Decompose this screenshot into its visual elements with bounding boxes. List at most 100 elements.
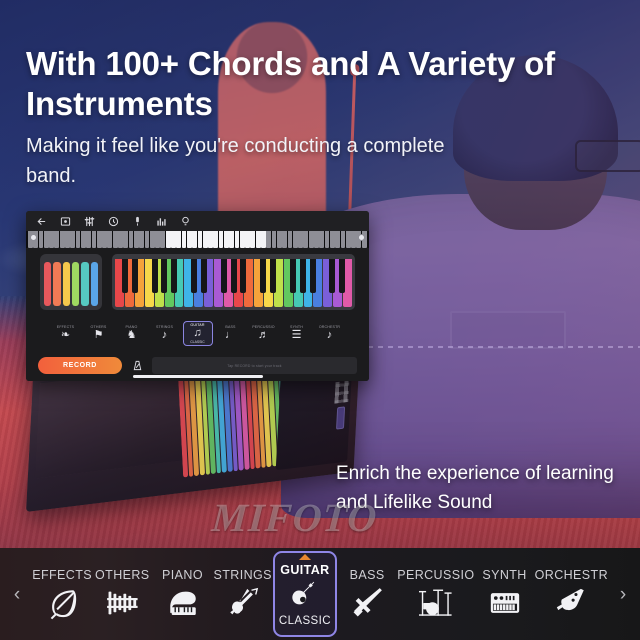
black-key[interactable] (164, 259, 178, 293)
chord-pad-key[interactable] (90, 262, 98, 306)
strip-key (128, 231, 134, 248)
strip-key (308, 231, 314, 248)
black-key[interactable] (174, 259, 184, 293)
app-picker-item-strings[interactable]: STRINGS ♪ (150, 325, 180, 341)
strip-key (139, 231, 145, 248)
instrument-item-piano[interactable]: PIANO (152, 548, 212, 640)
chord-pad[interactable] (40, 254, 102, 310)
next-page-chevron-icon[interactable]: › (610, 548, 636, 640)
instrument-item-guitar[interactable]: GUITAR CLASSIC (272, 551, 338, 637)
chord-pad-key[interactable] (44, 262, 52, 306)
black-key[interactable] (224, 259, 237, 293)
sliders-icon[interactable] (84, 216, 95, 227)
strip-key (319, 231, 325, 248)
black-key[interactable] (214, 259, 227, 293)
strip-key (181, 231, 187, 248)
strip-key (54, 231, 60, 248)
black-key[interactable] (273, 259, 283, 293)
metronome-icon[interactable] (129, 358, 145, 374)
chord-pad-key[interactable] (71, 262, 80, 306)
app-instrument-picker[interactable]: EFFECTS ❧ OTHERS ⚑ PIANO ♞ STRINGS ♪ GUITAR ♫ CLAS… (26, 316, 369, 350)
app-picker-icon: ♪ (161, 329, 168, 341)
lightbulb-icon[interactable] (180, 216, 191, 227)
instrument-item-percussio[interactable]: PERCUSSIO (397, 548, 474, 640)
strip-key (96, 231, 102, 248)
strip-key (192, 231, 197, 248)
marimba-icon (105, 586, 139, 620)
instrument-list: EFFECTS OTHERS PIANO STRINGS GUITAR CLASSIC BA… (30, 548, 610, 640)
black-key[interactable] (332, 259, 345, 293)
strip-key (91, 231, 97, 248)
black-key[interactable] (155, 259, 168, 293)
microphone-icon[interactable] (132, 216, 143, 227)
drum-kit-icon (418, 586, 453, 620)
instrument-label: ORCHESTR (534, 568, 608, 582)
instrument-label: BASS (349, 568, 385, 582)
record-button[interactable]: RECORD (38, 357, 122, 374)
black-key[interactable] (243, 259, 253, 293)
instrument-item-orchestr[interactable]: ORCHESTR (535, 548, 608, 640)
color-keyboard[interactable] (112, 254, 355, 310)
app-picker-item-bass[interactable]: BASS ♩ (216, 325, 246, 341)
black-key[interactable] (342, 259, 352, 293)
app-picker-icon: ☰ (291, 329, 302, 341)
app-picker-item-effects[interactable]: EFFECTS ❧ (51, 325, 81, 341)
screenshot-icon[interactable] (60, 216, 71, 227)
black-key[interactable] (184, 259, 197, 293)
strip-key (75, 231, 81, 248)
black-key[interactable] (125, 259, 138, 293)
prev-page-chevron-icon[interactable]: ‹ (4, 548, 30, 640)
app-picker-item-piano[interactable]: PIANO ♞ (117, 325, 147, 341)
instrument-label: GUITAR (280, 563, 330, 577)
back-arrow-icon[interactable] (36, 216, 47, 227)
instrument-label: PIANO (162, 568, 203, 582)
app-toolbar (26, 211, 369, 231)
strip-handle-right[interactable] (358, 234, 365, 241)
instrument-item-effects[interactable]: EFFECTS (32, 548, 92, 640)
selected-caret-icon (298, 554, 311, 560)
black-key[interactable] (293, 259, 306, 293)
app-picker-item-guitar[interactable]: GUITAR ♫ CLASSIC (182, 320, 213, 346)
strip-handle-left[interactable] (30, 234, 37, 241)
app-picker-icon: ♩ (225, 329, 236, 341)
recording-track[interactable]: Tap RECORD to start your track (152, 357, 357, 374)
strip-key (298, 231, 303, 248)
black-key[interactable] (263, 259, 276, 293)
black-key[interactable] (303, 259, 316, 293)
instrument-item-strings[interactable]: STRINGS (213, 548, 273, 640)
black-key[interactable] (194, 259, 207, 293)
promo-banner: With 100+ Chords and A Variety of Instru… (0, 0, 640, 640)
instrument-item-others[interactable]: OTHERS (92, 548, 152, 640)
app-picker-item-orchestr[interactable]: ORCHESTR ♪ (315, 325, 345, 341)
black-key[interactable] (135, 259, 145, 293)
black-key[interactable] (204, 259, 214, 293)
instrument-label: EFFECTS (32, 568, 92, 582)
chord-pad-key[interactable] (81, 262, 89, 306)
strip-key (266, 231, 272, 248)
black-key[interactable] (283, 259, 296, 293)
strip-key (38, 231, 44, 248)
mini-keyboard-strip[interactable] (26, 231, 369, 248)
black-key[interactable] (322, 259, 336, 293)
black-key[interactable] (313, 259, 323, 293)
metronome-circle-icon[interactable] (108, 216, 119, 227)
strip-key (329, 231, 335, 248)
black-key[interactable] (253, 259, 266, 293)
app-picker-item-synth[interactable]: SYNTH ☰ (282, 325, 312, 341)
chord-pad-key[interactable] (53, 262, 61, 306)
black-key[interactable] (234, 259, 247, 293)
strip-key (324, 231, 330, 248)
instrument-item-synth[interactable]: SYNTH (474, 548, 534, 640)
app-picker-item-percussio[interactable]: PERCUSSIO ♬ (249, 325, 279, 341)
strip-key (186, 231, 192, 248)
chord-pad-key[interactable] (62, 262, 70, 306)
app-picker-icon: ♞ (126, 329, 137, 341)
equalizer-icon[interactable] (156, 216, 167, 227)
black-key[interactable] (145, 259, 158, 293)
instrument-item-bass[interactable]: BASS (337, 548, 397, 640)
black-key[interactable] (115, 259, 128, 293)
app-picker-item-others[interactable]: OTHERS ⚑ (84, 325, 114, 341)
instrument-label: SYNTH (482, 568, 527, 582)
strip-key (276, 231, 282, 248)
strip-key (250, 231, 256, 248)
